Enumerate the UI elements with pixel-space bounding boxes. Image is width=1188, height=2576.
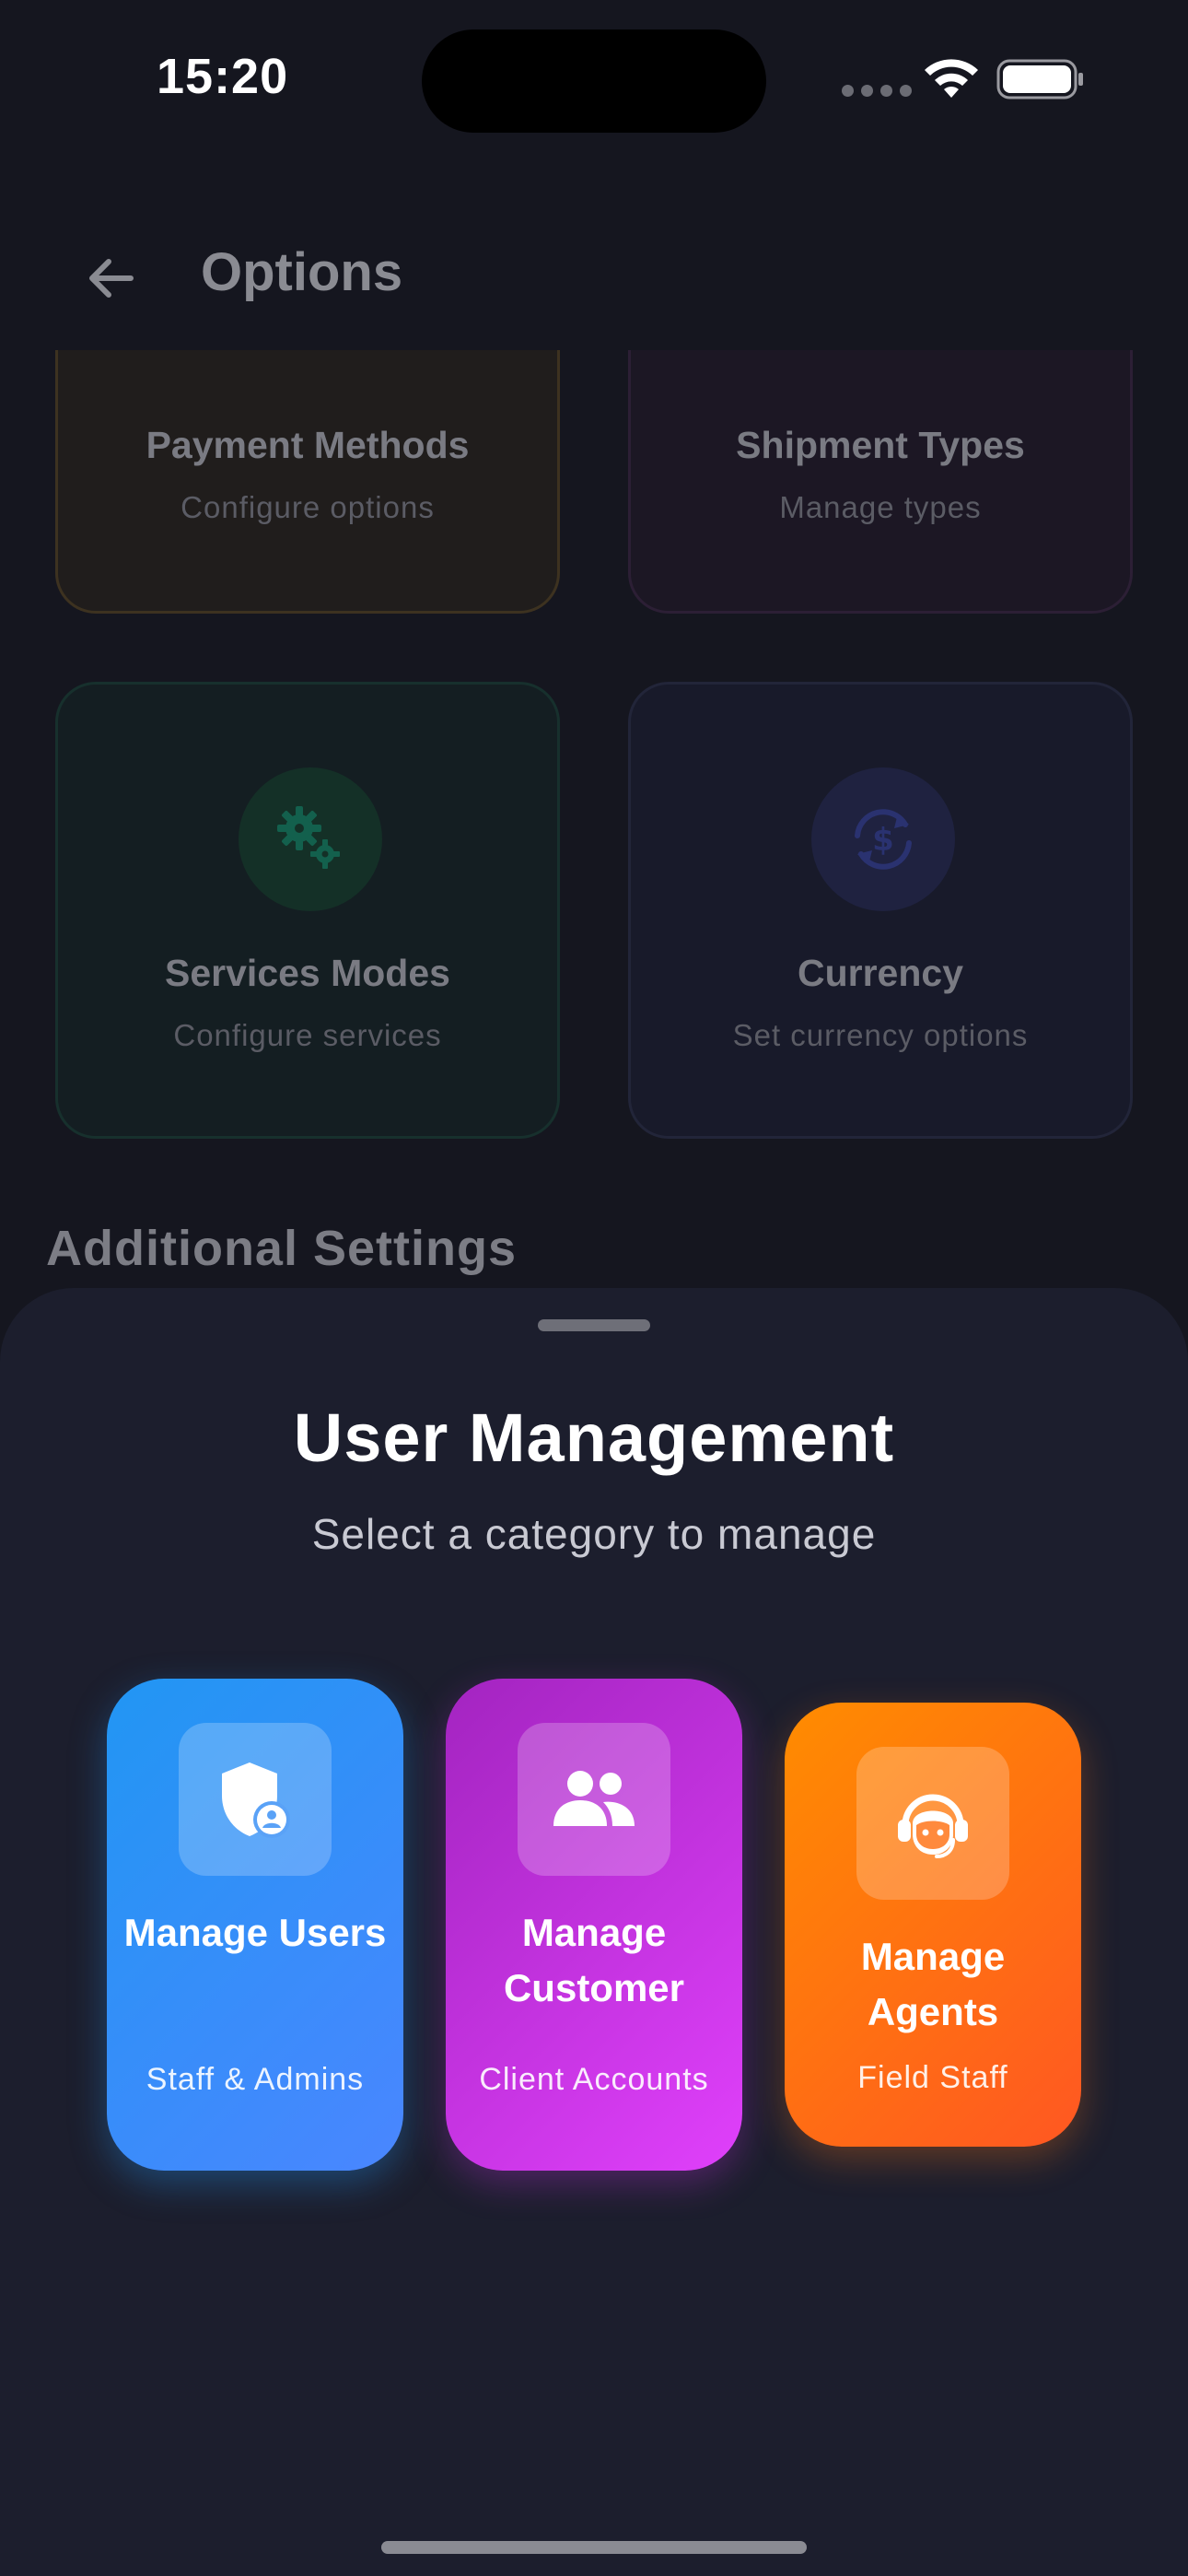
- home-indicator[interactable]: [381, 2541, 807, 2554]
- card-subtitle: Field Staff: [857, 2060, 1008, 2095]
- card-icon-circle: [239, 767, 382, 911]
- cellular-signal-icon: [842, 85, 912, 97]
- option-card-currency[interactable]: $ Currency Set currency options: [628, 682, 1133, 1139]
- manage-customer-button[interactable]: Manage Customer Client Accounts: [446, 1679, 742, 2171]
- card-title: Payment Methods: [146, 424, 470, 466]
- header: Options: [0, 203, 1188, 341]
- manage-agents-button[interactable]: Manage Agents Field Staff: [785, 1703, 1081, 2147]
- option-card-shipment-types[interactable]: Shipment Types Manage types: [628, 350, 1133, 614]
- battery-icon: [996, 59, 1083, 100]
- back-button[interactable]: [76, 243, 146, 313]
- currency-exchange-icon: $: [855, 809, 912, 870]
- manage-users-button[interactable]: Manage Users Staff & Admins: [107, 1679, 403, 2171]
- sheet-subtitle: Select a category to manage: [311, 1510, 877, 1558]
- shield-user-icon: [222, 1762, 290, 1838]
- card-title: Manage Customer: [503, 1911, 685, 2009]
- card-subtitle: Configure options: [181, 490, 435, 524]
- card-subtitle: Client Accounts: [479, 2062, 709, 2097]
- status-time: 15:20: [157, 49, 289, 104]
- user-management-sheet: User Management Select a category to man…: [0, 1288, 1188, 2576]
- card-subtitle: Manage types: [779, 490, 982, 524]
- card-subtitle: Set currency options: [732, 1018, 1029, 1052]
- card-title: Currency: [797, 952, 963, 994]
- dynamic-island: [422, 29, 766, 133]
- support-agent-icon: [898, 1794, 968, 1858]
- option-card-payment-methods[interactable]: Payment Methods Configure options: [55, 350, 560, 614]
- icon-box: [518, 1723, 670, 1876]
- screen: 15:20 Options Payment Methods Configure …: [0, 0, 1188, 2576]
- people-icon: [553, 1771, 635, 1826]
- section-heading: Additional Settings: [46, 1221, 517, 1276]
- option-card-services-modes[interactable]: Services Modes Configure services: [55, 682, 560, 1139]
- page-title: Options: [201, 242, 403, 302]
- svg-text:$: $: [872, 822, 894, 859]
- arrow-left-icon: [89, 259, 134, 298]
- card-title: Manage Users: [123, 1911, 387, 1954]
- card-title: Shipment Types: [736, 424, 1025, 466]
- status-bar: 15:20: [0, 0, 1188, 166]
- sheet-drag-handle[interactable]: [538, 1319, 650, 1331]
- icon-box: [856, 1747, 1009, 1900]
- wifi-icon: [925, 59, 978, 98]
- card-subtitle: Staff & Admins: [146, 2062, 365, 2097]
- icon-box: [179, 1723, 332, 1876]
- card-icon-circle: $: [811, 767, 955, 911]
- card-title: Services Modes: [165, 952, 450, 994]
- sheet-title: User Management: [293, 1399, 895, 1476]
- card-title: Manage Agents: [860, 1935, 1006, 2033]
- card-subtitle: Configure services: [173, 1018, 442, 1052]
- gears-icon: [277, 806, 340, 869]
